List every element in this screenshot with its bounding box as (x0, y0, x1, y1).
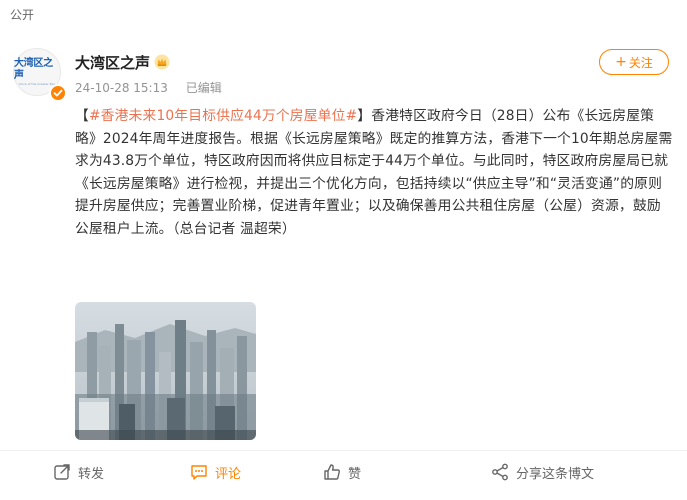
follow-button[interactable]: + 关注 (599, 49, 669, 75)
visibility-label: 公开 (10, 8, 35, 22)
edited-label[interactable]: 已编辑 (186, 81, 222, 95)
repost-icon (54, 464, 70, 480)
share-icon (492, 463, 508, 481)
bracket-open: 【 (75, 108, 89, 124)
crown-icon (154, 54, 170, 70)
post-image[interactable] (75, 302, 256, 440)
author-name[interactable]: 大湾区之声 (75, 52, 150, 73)
avatar-logo-text: 大湾区之声 (14, 57, 53, 81)
repost-label: 转发 (78, 466, 105, 482)
bracket-close: 】 (357, 108, 372, 124)
share-button[interactable]: 分享这条博文 (490, 461, 594, 483)
plus-icon: + (615, 54, 627, 70)
verified-icon (49, 84, 67, 102)
like-icon (324, 464, 340, 480)
comment-icon (191, 465, 207, 480)
post-meta: 24-10-28 15:13 已编辑 (75, 79, 222, 96)
like-button[interactable]: 赞 (322, 461, 361, 483)
hashtag-link[interactable]: #香港未来10年目标供应44万个房屋单位# (89, 108, 357, 124)
like-label: 赞 (348, 466, 362, 482)
action-bar: 转发 评论 赞 分享这条博文 (0, 450, 687, 495)
comment-label: 评论 (215, 466, 242, 482)
top-bar: 公开 (0, 0, 687, 30)
repost-button[interactable]: 转发 (52, 461, 104, 483)
avatar-logo-subtext: Voice of the Greater Bay (18, 81, 56, 86)
post-content: 【#香港未来10年目标供应44万个房屋单位#】香港特区政府今日（28日）公布《长… (75, 105, 673, 240)
post-timestamp[interactable]: 24-10-28 15:13 (75, 81, 168, 95)
author-row: 大湾区之声 (75, 52, 170, 72)
follow-label: 关注 (628, 55, 653, 70)
post-body: 香港特区政府今日（28日）公布《长远房屋策略》2024年周年进度报告。根据《长远… (75, 108, 673, 237)
share-label: 分享这条博文 (516, 466, 595, 482)
comment-button[interactable]: 评论 (189, 461, 241, 483)
